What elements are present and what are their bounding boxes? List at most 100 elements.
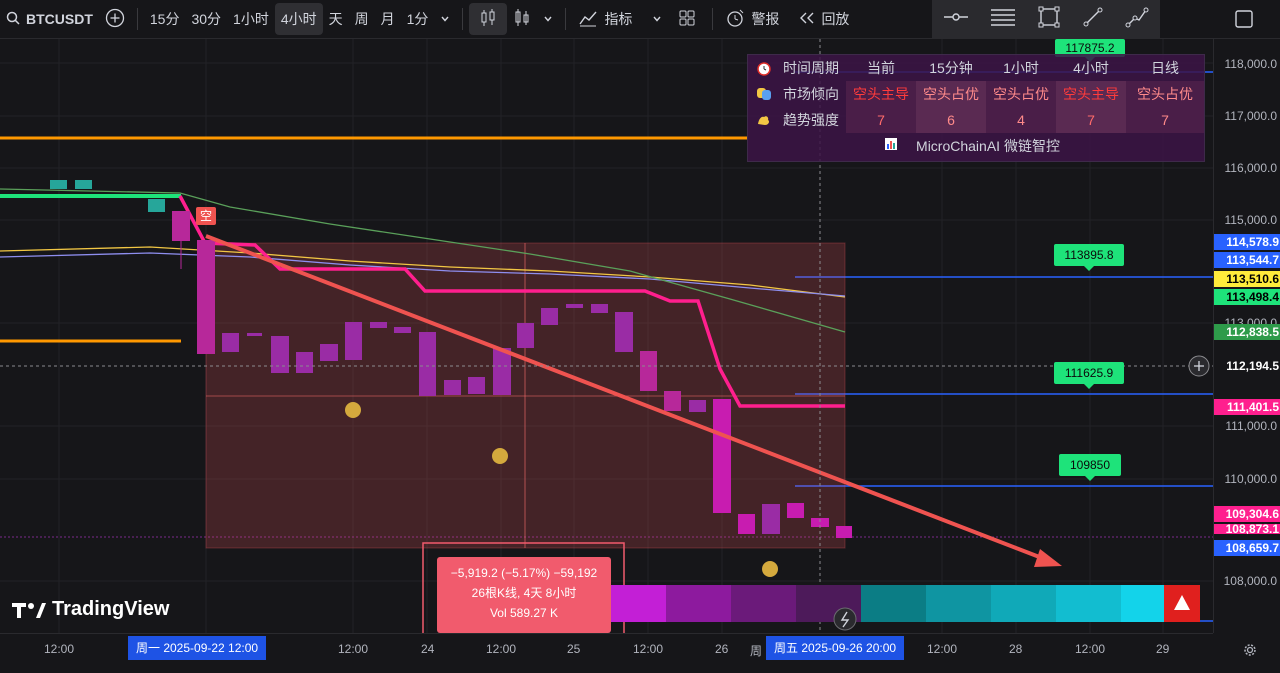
tradingview-logo[interactable]: TradingView bbox=[12, 598, 169, 621]
row-strength-label: 趋势强度 bbox=[783, 112, 839, 128]
price-tag: 113,544.7 bbox=[1214, 252, 1280, 268]
interval-1w[interactable]: 周 bbox=[349, 0, 375, 38]
measure-tooltip: −5,919.2 (−5.17%) −59,192 26根K线, 4天 8小时 … bbox=[437, 557, 611, 633]
interval-1d[interactable]: 天 bbox=[323, 0, 349, 38]
layout-templates-button[interactable] bbox=[668, 0, 706, 38]
header-current: 当前 bbox=[867, 60, 895, 76]
price-tag-green: 109850 bbox=[1059, 454, 1121, 481]
indicators-icon bbox=[578, 9, 598, 30]
time-label: 25 bbox=[567, 642, 581, 656]
price-label: 116,000.0 bbox=[1224, 161, 1278, 175]
time-label: 12:00 bbox=[486, 642, 517, 656]
time-label: 12:00 bbox=[338, 642, 369, 656]
price-tag-green: 111625.9 bbox=[1054, 362, 1124, 389]
header-15m: 15分钟 bbox=[929, 60, 973, 76]
strength-4h: 7 bbox=[1056, 107, 1126, 133]
price-label: 110,000.0 bbox=[1224, 472, 1278, 486]
strength-15m: 6 bbox=[916, 107, 986, 133]
strength-1h: 4 bbox=[986, 107, 1056, 133]
indicators-dropdown-button[interactable] bbox=[638, 0, 668, 38]
compare-add-button[interactable] bbox=[99, 0, 131, 38]
tooltip-change: −5,919.2 (−5.17%) −59,192 bbox=[450, 566, 598, 580]
path-tool-icon[interactable] bbox=[1125, 6, 1149, 33]
symbol-label: BTCUSDT bbox=[26, 11, 93, 27]
interval-30m[interactable]: 30分 bbox=[185, 0, 227, 38]
signal-dot bbox=[345, 402, 361, 418]
price-tag: 113,498.4 bbox=[1214, 289, 1280, 305]
gear-icon[interactable] bbox=[1242, 642, 1258, 663]
time-label: 12:00 bbox=[927, 642, 958, 656]
plus-circle-icon bbox=[105, 8, 125, 31]
price-scale[interactable]: 118,000.0 117,000.0 116,000.0 115,000.0 … bbox=[1213, 39, 1280, 633]
price-tag: 108,659.7 bbox=[1214, 540, 1280, 556]
tradingview-wordmark: TradingView bbox=[52, 598, 170, 620]
toolbar-divider bbox=[136, 8, 138, 30]
interval-1m[interactable]: 1分 bbox=[401, 0, 435, 38]
price-tag: 109,304.6 bbox=[1214, 506, 1280, 522]
price-tag: 108,873.1 bbox=[1214, 524, 1280, 534]
time-label: 28 bbox=[1009, 642, 1023, 656]
search-icon bbox=[6, 11, 20, 28]
bias-4h: 空头主导 bbox=[1056, 81, 1126, 107]
bar-chart-icon bbox=[513, 8, 531, 31]
range-start-tag: 周一 2025-09-22 12:00 bbox=[128, 636, 267, 660]
toolbar-divider bbox=[712, 8, 714, 30]
chevron-down-icon bbox=[652, 11, 662, 27]
row-bias-label: 市场倾向 bbox=[783, 86, 839, 102]
toolbar-divider bbox=[462, 8, 464, 30]
fullscreen-button[interactable] bbox=[1233, 8, 1255, 33]
header-daily: 日线 bbox=[1151, 60, 1179, 76]
time-label: 12:00 bbox=[44, 642, 75, 656]
candles-style-button[interactable] bbox=[469, 3, 508, 35]
lightning-button[interactable] bbox=[833, 607, 857, 631]
time-scale[interactable]: 12:00 周一 2025-09-22 12:00 12:00 24 12:00… bbox=[0, 633, 1256, 673]
interval-dropdown-button[interactable] bbox=[434, 0, 456, 38]
bias-current: 空头主导 bbox=[846, 81, 916, 107]
bias-15m: 空头占优 bbox=[916, 81, 986, 107]
time-label: 26 bbox=[715, 642, 729, 656]
rectangle-tool-icon[interactable] bbox=[1038, 6, 1060, 33]
alarm-clock-icon bbox=[725, 8, 745, 31]
horizontal-line-tool-icon[interactable] bbox=[943, 7, 969, 32]
time-label: 12:00 bbox=[633, 642, 664, 656]
range-end-tag: 周五 2025-09-26 20:00 bbox=[766, 636, 905, 660]
tooltip-bars: 26根K线, 4天 8小时 bbox=[471, 586, 577, 600]
market-info-panel: 时间周期 当前 15分钟 1小时 4小时 日线 市场倾向 空头主导 空头占优 空… bbox=[747, 54, 1205, 162]
interval-4h[interactable]: 4小时 bbox=[274, 3, 323, 35]
text-lines-tool-icon[interactable] bbox=[990, 7, 1016, 32]
header-4h: 4小时 bbox=[1073, 60, 1109, 76]
trend-arrow-head bbox=[1034, 549, 1062, 567]
price-tag: 113,510.6 bbox=[1214, 271, 1280, 287]
flexed-biceps-icon bbox=[756, 112, 772, 128]
time-label: 12:00 bbox=[1075, 642, 1106, 656]
price-label: 115,000.0 bbox=[1224, 213, 1278, 227]
replay-label: 回放 bbox=[821, 11, 850, 27]
price-label: 117,000.0 bbox=[1224, 109, 1278, 123]
bias-1h: 空头占优 bbox=[986, 81, 1056, 107]
interval-1h[interactable]: 1小时 bbox=[227, 0, 275, 38]
indicators-button[interactable]: 指标 bbox=[572, 0, 638, 38]
symbol-search[interactable]: BTCUSDT bbox=[0, 0, 99, 38]
alert-label: 警报 bbox=[751, 11, 780, 27]
header-1h: 1小时 bbox=[1003, 60, 1039, 76]
alarm-clock-icon bbox=[756, 60, 772, 76]
strength-daily: 7 bbox=[1126, 107, 1204, 133]
trend-line-tool-icon[interactable] bbox=[1082, 6, 1104, 33]
replay-button[interactable]: 回放 bbox=[785, 0, 855, 38]
chart-type-dropdown-button[interactable] bbox=[537, 0, 559, 38]
signal-dot bbox=[762, 561, 778, 577]
interval-1mo[interactable]: 月 bbox=[375, 0, 401, 38]
interval-15m[interactable]: 15分 bbox=[144, 0, 186, 38]
chevron-down-icon bbox=[440, 11, 450, 27]
alert-button[interactable]: 警报 bbox=[719, 0, 785, 38]
grid-icon bbox=[678, 9, 696, 30]
bar-style-button[interactable] bbox=[507, 0, 537, 38]
short-signal-label: 空 bbox=[199, 209, 212, 223]
price-label: 108,000.0 bbox=[1223, 574, 1277, 588]
chevron-down-icon bbox=[543, 11, 553, 27]
square-icon bbox=[1233, 10, 1255, 33]
signal-dot bbox=[492, 448, 508, 464]
floating-drawing-toolbar bbox=[932, 0, 1160, 38]
candlestick-icon bbox=[479, 8, 497, 31]
time-label: 24 bbox=[421, 642, 435, 656]
